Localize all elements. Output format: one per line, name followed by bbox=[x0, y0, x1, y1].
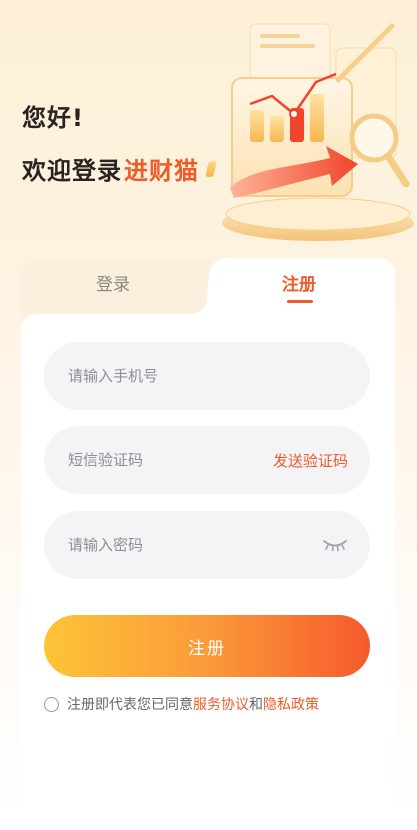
register-button[interactable]: 注册 bbox=[44, 615, 370, 677]
service-agreement-link[interactable]: 服务协议 bbox=[193, 694, 249, 714]
welcome-text: 欢迎登录 bbox=[22, 157, 122, 185]
sms-code-input[interactable] bbox=[66, 450, 273, 470]
password-field[interactable] bbox=[44, 511, 370, 579]
tab-register[interactable]: 注册 bbox=[239, 270, 359, 295]
tab-login[interactable]: 登录 bbox=[53, 270, 173, 295]
tab-active-indicator bbox=[287, 300, 313, 303]
agreement-row: 注册即代表您已同意 服务协议和隐私政策 bbox=[44, 694, 319, 714]
greeting-hello: 您好! bbox=[22, 104, 84, 132]
radio-circle-icon[interactable] bbox=[44, 696, 59, 712]
privacy-policy-link[interactable]: 隐私政策 bbox=[263, 694, 319, 714]
greeting: 您好! 欢迎登录 进财猫 bbox=[22, 98, 217, 186]
agreement-and: 和 bbox=[249, 697, 263, 713]
finance-chart-illustration bbox=[222, 23, 414, 241]
phone-field[interactable] bbox=[44, 342, 370, 410]
password-input[interactable] bbox=[66, 535, 322, 555]
phone-input[interactable] bbox=[66, 366, 348, 386]
brand-name: 进财猫 bbox=[124, 157, 199, 185]
agreement-prefix: 注册即代表您已同意 bbox=[67, 697, 193, 713]
sms-code-field[interactable]: 发送验证码 bbox=[44, 426, 370, 494]
send-code-button[interactable]: 发送验证码 bbox=[273, 450, 348, 471]
eye-closed-icon[interactable] bbox=[322, 538, 348, 552]
auth-card: 登录 注册 发送验证码 注册 注册即代表您已同意服务协议和隐私政策 bbox=[21, 258, 395, 830]
greeting-welcome: 欢迎登录 进财猫 bbox=[22, 151, 217, 186]
